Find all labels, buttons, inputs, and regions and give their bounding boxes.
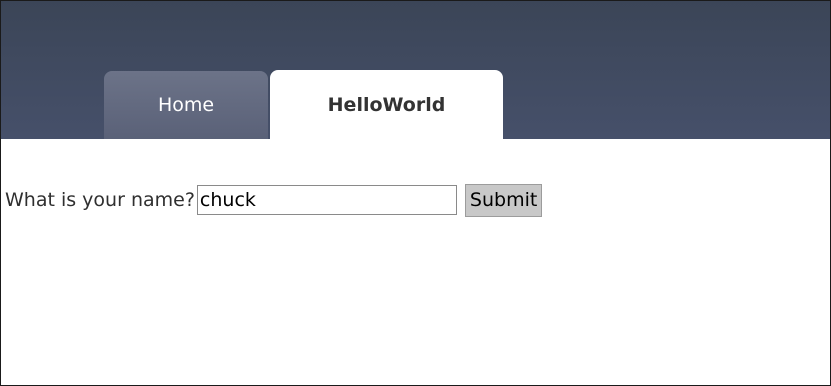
tab-home-label: Home xyxy=(157,94,215,116)
name-question-label: What is your name? xyxy=(5,189,195,211)
name-input[interactable] xyxy=(196,185,457,215)
name-form: What is your name? Submit xyxy=(5,183,543,217)
app-window: Home HelloWorld What is your name? Submi… xyxy=(0,0,831,386)
submit-button[interactable]: Submit xyxy=(464,183,543,217)
header-bar: Home HelloWorld xyxy=(1,1,830,140)
tab-home[interactable]: Home xyxy=(104,71,268,139)
tab-helloworld[interactable]: HelloWorld xyxy=(270,70,503,140)
tab-helloworld-label: HelloWorld xyxy=(327,94,446,116)
